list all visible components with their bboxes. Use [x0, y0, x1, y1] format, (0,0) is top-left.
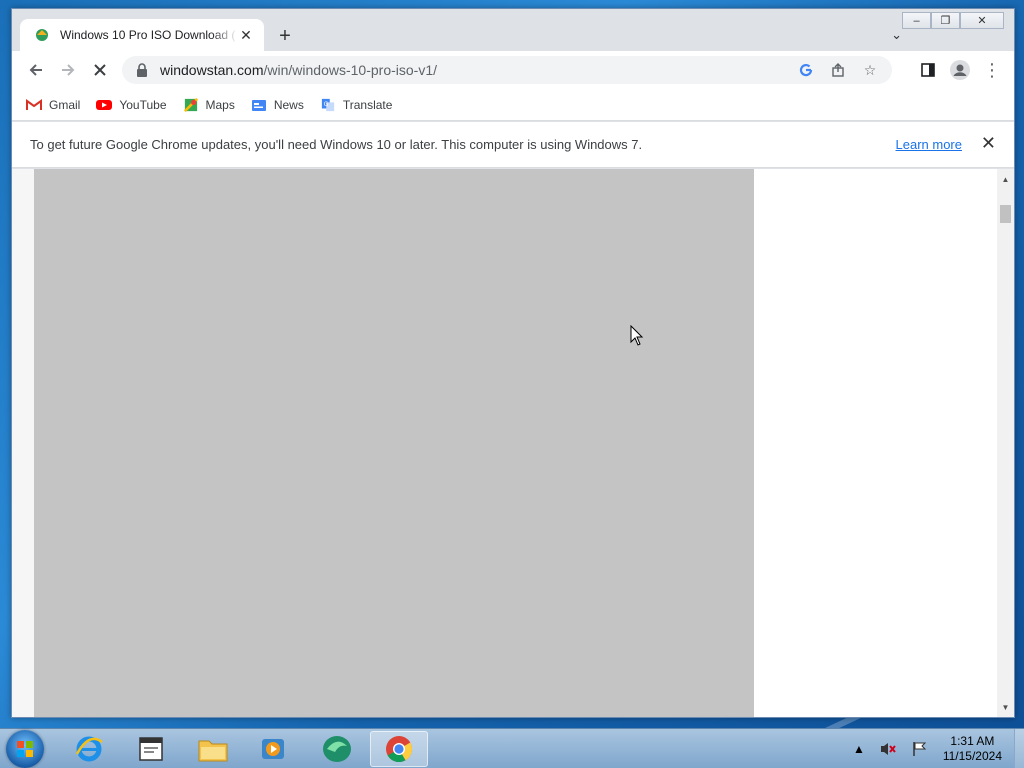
translate-icon: G [321, 98, 334, 111]
scroll-up-arrow-icon[interactable]: ▲ [997, 171, 1014, 187]
taskbar: ▲ 1:31 AM 11/15/2024 [0, 728, 1024, 768]
scroll-thumb[interactable] [1000, 205, 1011, 223]
page-margin [12, 169, 34, 717]
gmail-icon [26, 98, 42, 110]
show-desktop-button[interactable] [1014, 729, 1024, 768]
bookmark-translate[interactable]: G Translate [320, 97, 393, 112]
bookmark-star-icon[interactable]: ☆ [856, 59, 884, 81]
lock-icon [137, 63, 147, 77]
restore-button[interactable]: ❐ [931, 12, 960, 29]
url-host: windowstan.com [160, 62, 264, 78]
infobar-message: To get future Google Chrome updates, you… [30, 137, 643, 152]
tab-close-icon[interactable]: ✕ [238, 27, 254, 44]
toolbar-right: ⋮ [912, 54, 1008, 86]
back-arrow-icon[interactable] [20, 54, 52, 86]
infobar-close-icon[interactable]: ✕ [981, 133, 996, 154]
clock[interactable]: 1:31 AM 11/15/2024 [943, 734, 1002, 764]
google-lens-icon[interactable] [792, 59, 820, 81]
learn-more-link[interactable]: Learn more [896, 137, 962, 152]
minimize-button[interactable]: – [902, 12, 931, 29]
profile-avatar-icon[interactable] [944, 54, 976, 86]
menu-kebab-icon[interactable]: ⋮ [976, 54, 1008, 86]
media-player-icon [262, 739, 284, 759]
update-infobar: To get future Google Chrome updates, you… [12, 122, 1014, 168]
volume-muted-icon[interactable] [879, 741, 897, 757]
mouse-cursor-icon [630, 325, 644, 346]
scroll-down-arrow-icon[interactable]: ▼ [997, 699, 1014, 715]
news-icon [251, 99, 266, 111]
system-tray: ▲ 1:31 AM 11/15/2024 [853, 729, 1002, 768]
show-hidden-icons-icon[interactable]: ▲ [853, 742, 865, 756]
bookmark-maps[interactable]: Maps [183, 97, 235, 112]
share-icon[interactable] [824, 59, 852, 81]
bookmark-youtube[interactable]: YouTube [96, 97, 167, 112]
window-caption-buttons: – ❐ ✕ [902, 12, 1004, 29]
bookmarks-bar: Gmail YouTube Maps News G Translate [12, 89, 1014, 121]
tab-strip: Windows 10 Pro ISO Download ( ✕ + ⌄ [12, 9, 1014, 51]
windows-logo-icon [17, 741, 33, 757]
green-app-icon [323, 736, 351, 762]
clock-date: 11/15/2024 [942, 749, 1002, 763]
maps-icon [183, 97, 198, 112]
bookmark-label: News [273, 97, 304, 112]
taskbar-green-app[interactable] [310, 731, 364, 767]
new-tab-button[interactable]: + [274, 25, 296, 47]
youtube-icon [96, 99, 113, 110]
tab-search-chevron-icon[interactable]: ⌄ [891, 27, 902, 43]
start-button[interactable] [6, 730, 44, 768]
taskbar-internet-explorer[interactable] [62, 731, 116, 767]
clock-time: 1:31 AM [950, 734, 995, 748]
window-app-icon [139, 737, 163, 761]
taskbar-window-app[interactable] [124, 731, 178, 767]
tab-title: Windows 10 Pro ISO Download ( [60, 28, 236, 42]
svg-text:G: G [323, 100, 328, 107]
action-center-flag-icon[interactable] [911, 741, 929, 757]
bookmark-news[interactable]: News [251, 98, 304, 112]
omnibox-actions: ☆ [792, 59, 884, 81]
forward-arrow-icon[interactable] [52, 54, 84, 86]
bookmark-label: Gmail [49, 97, 81, 112]
close-window-button[interactable]: ✕ [960, 12, 1004, 29]
bookmark-gmail[interactable]: Gmail [26, 98, 80, 112]
vertical-scrollbar[interactable]: ▲ ▼ [997, 169, 1014, 717]
url-path: /win/windows-10-pro-iso-v1/ [263, 62, 438, 78]
bookmark-label: Translate [342, 97, 393, 112]
bookmark-label: Maps [205, 97, 235, 112]
chrome-window: Windows 10 Pro ISO Download ( ✕ + ⌄ – ❐ … [11, 8, 1015, 718]
bookmark-label: YouTube [119, 97, 167, 112]
loading-content-placeholder [34, 169, 754, 717]
file-explorer-icon [198, 740, 228, 762]
toolbar: windowstan.com/win/windows-10-pro-iso-v1… [12, 51, 1014, 89]
internet-explorer-icon [75, 736, 103, 762]
taskbar-chrome[interactable] [370, 731, 428, 767]
page-viewport [12, 169, 997, 717]
site-favicon-icon [36, 29, 48, 41]
taskbar-file-explorer[interactable] [186, 731, 240, 767]
side-panel-icon[interactable] [912, 54, 944, 86]
stop-loading-icon[interactable] [84, 54, 116, 86]
chrome-icon [386, 736, 413, 763]
taskbar-media-player[interactable] [246, 731, 300, 767]
address-bar[interactable]: windowstan.com/win/windows-10-pro-iso-v1… [122, 56, 892, 84]
tab-active[interactable]: Windows 10 Pro ISO Download ( ✕ [20, 19, 264, 51]
